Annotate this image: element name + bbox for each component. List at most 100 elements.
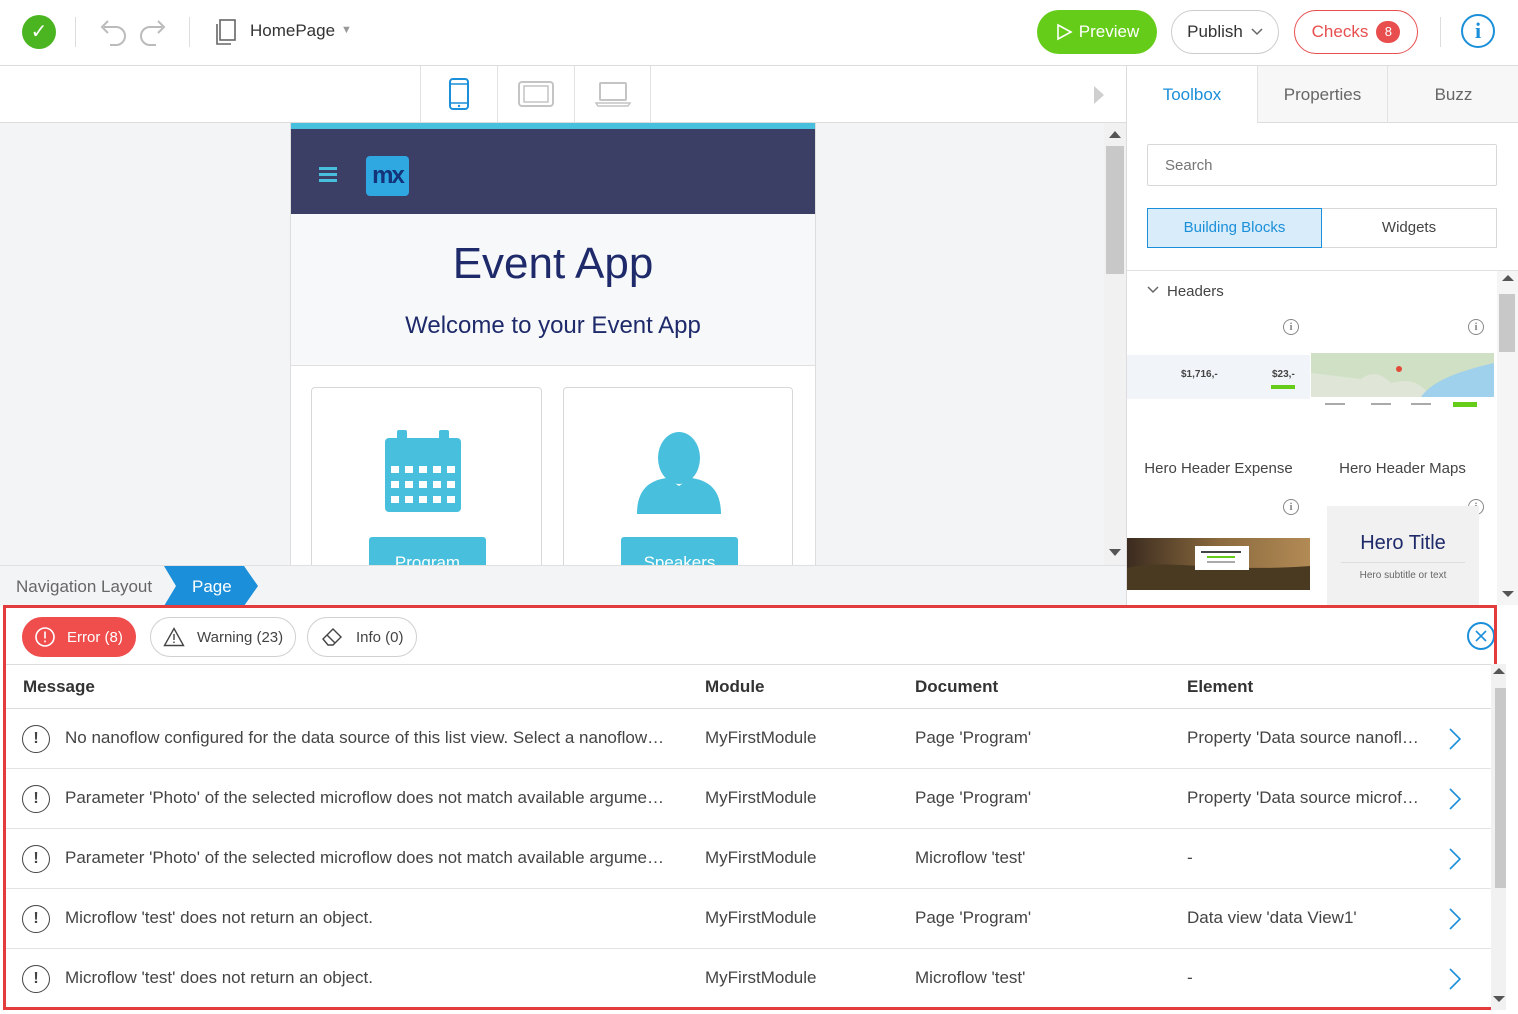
row-message: Parameter 'Photo' of the selected microf… (65, 848, 664, 867)
go-to-chevron-icon[interactable] (1447, 847, 1463, 871)
document-dropdown-icon[interactable]: ▼ (341, 24, 352, 36)
publish-button[interactable]: Publish (1171, 10, 1279, 54)
tablet-view-tab[interactable] (497, 66, 574, 122)
table-row[interactable]: ! Microflow 'test' does not return an ob… (6, 889, 1494, 949)
hamburger-menu-icon (319, 167, 337, 182)
error-icon: ! (22, 965, 50, 993)
toolbox-scroll-thumb[interactable] (1499, 294, 1515, 352)
block-hero-header-maps[interactable]: i Hero Header Maps (1311, 312, 1494, 497)
error-icon: ! (22, 785, 50, 813)
undo-icon[interactable] (96, 17, 128, 47)
info-icon[interactable]: i (1461, 14, 1495, 48)
mx-logo: mx (366, 156, 409, 196)
filter-error-button[interactable]: Error (8) (22, 617, 136, 657)
program-button[interactable]: Program (369, 537, 486, 565)
checks-count-badge: 8 (1376, 21, 1401, 43)
speakers-button[interactable]: Speakers (621, 537, 738, 565)
scroll-up-icon[interactable] (1493, 668, 1505, 674)
info-icon[interactable]: i (1468, 319, 1484, 335)
widgets-toggle[interactable]: Widgets (1322, 208, 1497, 248)
column-header-element[interactable]: Element (1187, 677, 1253, 697)
table-row[interactable]: ! Parameter 'Photo' of the selected micr… (6, 769, 1494, 829)
collapse-panel-arrow-icon[interactable] (1094, 86, 1104, 104)
breadcrumb-navigation-layout[interactable]: Navigation Layout (16, 577, 152, 597)
app-hero[interactable]: Event App Welcome to your Event App (291, 214, 815, 366)
block-hero-header-image[interactable]: i (1127, 496, 1310, 605)
divider (1127, 270, 1518, 271)
column-header-document[interactable]: Document (915, 677, 998, 697)
checks-button[interactable]: Checks 8 (1294, 10, 1418, 54)
go-to-chevron-icon[interactable] (1447, 907, 1463, 931)
headers-section-label[interactable]: Headers (1167, 283, 1224, 300)
laptop-icon (594, 82, 631, 107)
info-icon[interactable]: i (1283, 319, 1299, 335)
phone-view-tab[interactable] (420, 66, 497, 122)
breadcrumb: Navigation Layout Page (0, 565, 1126, 606)
go-to-chevron-icon[interactable] (1447, 967, 1463, 991)
eraser-icon (322, 628, 342, 646)
row-document: Page 'Program' (915, 788, 1032, 807)
preview-label: Preview (1078, 22, 1140, 41)
table-row[interactable]: ! No nanoflow configured for the data so… (6, 709, 1494, 769)
program-tile[interactable]: Program (311, 387, 542, 565)
row-document: Microflow 'test' (915, 968, 1026, 987)
preview-hero-subtitle: Hero subtitle or text (1359, 570, 1447, 581)
device-bar (0, 66, 1126, 123)
speakers-tile[interactable]: Speakers (563, 387, 793, 565)
scroll-down-icon[interactable] (1493, 996, 1505, 1002)
preview-value: $1,716,- (1181, 369, 1218, 380)
redo-icon[interactable] (138, 17, 170, 47)
breadcrumb-page-label: Page (192, 577, 232, 596)
column-header-message[interactable]: Message (23, 677, 95, 697)
row-document: Page 'Program' (915, 728, 1032, 747)
row-module: MyFirstModule (705, 788, 817, 807)
row-module: MyFirstModule (705, 968, 817, 987)
go-to-chevron-icon[interactable] (1447, 787, 1463, 811)
app-subtitle: Welcome to your Event App (405, 312, 701, 339)
filter-info-button[interactable]: Info (0) (307, 617, 417, 657)
toolbar-divider (189, 17, 190, 47)
desktop-view-tab[interactable] (574, 66, 651, 122)
filter-warning-button[interactable]: Warning (23) (150, 617, 297, 657)
info-icon[interactable]: i (1283, 499, 1299, 515)
tab-properties[interactable]: Properties (1257, 66, 1387, 123)
filter-warning-label: Warning (23) (197, 628, 284, 646)
checks-scroll-thumb[interactable] (1495, 688, 1506, 888)
toolbar-divider (75, 17, 76, 47)
app-header[interactable]: mx (291, 129, 815, 214)
row-module: MyFirstModule (705, 728, 817, 747)
row-element: - (1187, 968, 1193, 987)
table-row[interactable]: ! Microflow 'test' does not return an ob… (6, 949, 1494, 1007)
status-ok-icon[interactable]: ✓ (22, 15, 56, 49)
block-hero-header-expense[interactable]: i $1,716,- $23,- Hero Header Expense (1127, 312, 1310, 497)
preview-button[interactable]: Preview (1037, 10, 1157, 54)
phone-icon (449, 78, 469, 110)
building-blocks-toggle[interactable]: Building Blocks (1147, 208, 1322, 248)
scroll-down-icon[interactable] (1502, 591, 1514, 597)
go-to-chevron-icon[interactable] (1447, 727, 1463, 751)
canvas-scroll-thumb[interactable] (1106, 146, 1124, 274)
row-message: Microflow 'test' does not return an obje… (65, 968, 373, 987)
document-name[interactable]: HomePage (250, 21, 335, 41)
chevron-down-icon[interactable] (1147, 285, 1159, 295)
tab-buzz[interactable]: Buzz (1387, 66, 1518, 123)
column-header-module[interactable]: Module (705, 677, 765, 697)
scroll-down-icon[interactable] (1109, 549, 1121, 556)
error-icon (35, 627, 55, 647)
block-preview: $1,716,- $23,- (1127, 355, 1310, 399)
breadcrumb-page[interactable]: Page (164, 566, 258, 606)
person-icon (637, 432, 721, 514)
close-icon[interactable] (1467, 622, 1494, 650)
preview-bar (1271, 385, 1295, 389)
scroll-up-icon[interactable] (1109, 131, 1121, 138)
preview-hero-title: Hero Title (1360, 532, 1446, 554)
top-toolbar: ✓ HomePage ▼ Preview Publish Checks 8 i (0, 0, 1518, 66)
block-hero-title[interactable]: i Hero Title Hero subtitle or text (1311, 496, 1494, 605)
table-row[interactable]: ! Parameter 'Photo' of the selected micr… (6, 829, 1494, 889)
tab-toolbox[interactable]: Toolbox (1127, 66, 1257, 123)
scroll-up-icon[interactable] (1502, 275, 1514, 281)
landscape-preview (1127, 538, 1310, 590)
toolbar-divider (1440, 17, 1441, 47)
toolbox-search-input[interactable] (1147, 144, 1497, 186)
row-element: Property 'Data source microf… (1187, 788, 1419, 807)
